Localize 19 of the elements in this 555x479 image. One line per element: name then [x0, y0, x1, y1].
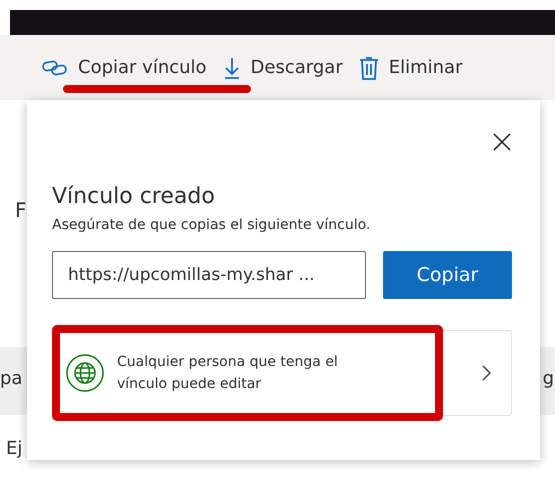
- link-icon: [42, 60, 68, 76]
- download-icon: [222, 56, 241, 80]
- background-text: Ej: [6, 438, 22, 459]
- copy-link-button[interactable]: Copiar vínculo: [42, 57, 207, 78]
- background-text: F: [15, 198, 27, 222]
- trash-icon: [358, 54, 379, 80]
- chevron-right-icon: [481, 365, 491, 381]
- dialog-subtitle: Asegúrate de que copias el siguiente vínculo.: [52, 217, 372, 233]
- permission-text[interactable]: Cualquier persona que tenga el vínculo puede editar: [117, 351, 382, 395]
- link-field[interactable]: https://upcomillas-my.shar ...: [52, 251, 366, 299]
- delete-button[interactable]: Eliminar: [358, 54, 462, 80]
- background-text: pa: [0, 368, 22, 389]
- globe-icon: [65, 353, 105, 393]
- copy-button[interactable]: Copiar: [383, 251, 512, 299]
- close-icon: [493, 133, 511, 151]
- close-button[interactable]: [492, 132, 512, 152]
- background-text: g: [542, 368, 554, 389]
- download-button[interactable]: Descargar: [222, 56, 343, 80]
- dialog-title: Vínculo creado: [52, 184, 216, 209]
